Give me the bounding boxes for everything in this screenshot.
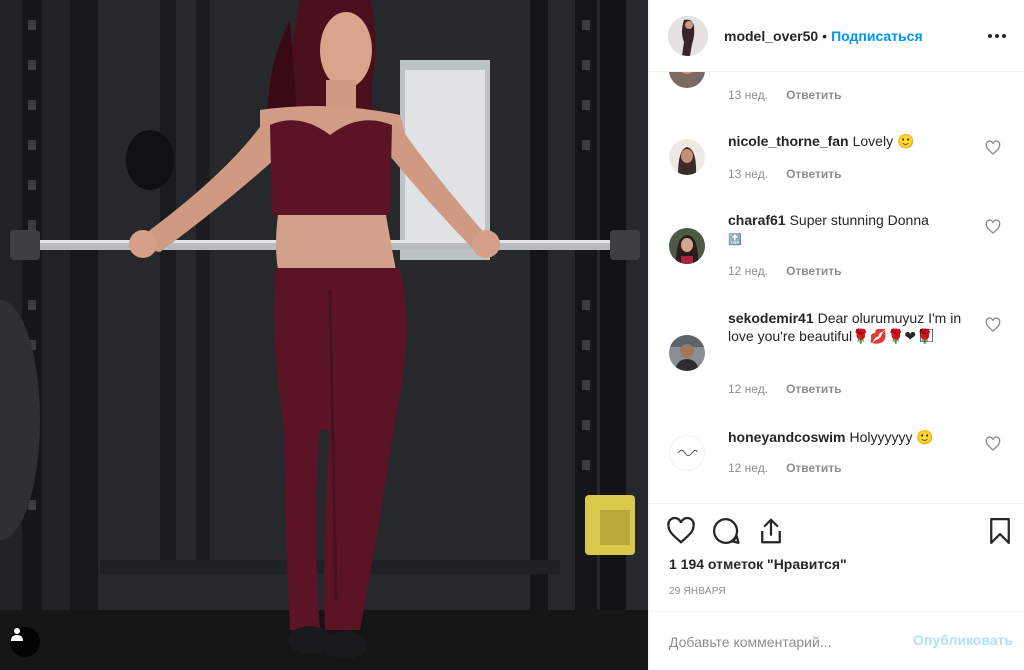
reply-button[interactable]: Ответить <box>786 461 841 475</box>
comment-body: sekodemir41 Dear olurumuyuz I'm in love y… <box>728 309 968 345</box>
like-comment-heart-icon[interactable] <box>985 140 1001 156</box>
comment-time: 12 нед. <box>728 461 769 475</box>
like-comment-heart-icon[interactable] <box>985 219 1001 235</box>
comment-username[interactable]: sekodemir41 <box>728 310 814 326</box>
post-side-panel: model_over50 • Подписаться 13 нед. Ответи… <box>648 0 1024 670</box>
comment-body: charaf61 Super stunning Donna 🔝 <box>728 211 978 249</box>
commenter-avatar-image <box>670 436 704 470</box>
heart-icon[interactable] <box>666 516 696 546</box>
comment-time: 12 нед. <box>728 264 769 278</box>
comment-avatar[interactable] <box>669 335 705 371</box>
commenter-avatar-image <box>669 335 705 371</box>
post-date[interactable]: 29 ЯНВАРЯ <box>669 586 726 597</box>
comment-input[interactable] <box>669 628 899 656</box>
comment-meta: 13 нед. Ответить <box>728 167 842 181</box>
comment-body: nicole_thorne_fan Lovely 🙂 <box>728 132 978 150</box>
comment-meta: 12 нед. Ответить <box>728 264 842 278</box>
comment-username[interactable]: honeyandcoswim <box>728 429 845 445</box>
bookmark-icon[interactable] <box>985 516 1015 546</box>
comment-icon[interactable] <box>711 516 741 546</box>
post-actions: 1 194 отметок "Нравится" 29 ЯНВАРЯ <box>649 503 1024 611</box>
comment-text: Super stunning Donna <box>789 212 929 228</box>
commenter-avatar-image <box>669 228 705 264</box>
publish-button[interactable]: Опубликовать <box>913 632 1013 648</box>
gym-photo-illustration <box>0 0 648 670</box>
comment-time: 12 нед. <box>728 382 769 396</box>
likes-count[interactable]: 1 194 отметок "Нравится" <box>669 556 847 572</box>
comment-body: honeyandcoswim Holyyyyyy 🙂 <box>728 428 978 446</box>
reply-button[interactable]: Ответить <box>786 264 841 278</box>
comment-text: Holyyyyyy 🙂 <box>849 429 934 445</box>
follow-button[interactable]: Подписаться <box>831 28 923 44</box>
comment-meta: 13 нед. Ответить <box>728 88 842 102</box>
commenter-avatar-image <box>669 139 705 175</box>
reply-button[interactable]: Ответить <box>786 382 841 396</box>
post-photo[interactable] <box>0 0 648 670</box>
comments-list[interactable]: 13 нед. Ответить nicole_thorne_fan Lovely … <box>649 72 1024 502</box>
comment-username[interactable]: nicole_thorne_fan <box>728 133 849 149</box>
add-comment-bar: Опубликовать <box>649 611 1024 670</box>
author-avatar[interactable] <box>668 15 708 56</box>
header-separator: • <box>822 27 828 44</box>
like-comment-heart-icon[interactable] <box>985 436 1001 452</box>
comment-avatar[interactable] <box>669 72 705 88</box>
comment-emoji: 🔝 <box>728 234 742 246</box>
author-avatar-image <box>668 15 708 56</box>
tagged-users-button[interactable] <box>10 627 40 657</box>
comment-time: 13 нед. <box>728 167 769 181</box>
post-header: model_over50 • Подписаться <box>649 0 1024 72</box>
comment-avatar[interactable] <box>669 139 705 175</box>
reply-button[interactable]: Ответить <box>786 167 841 181</box>
commenter-avatar-image <box>669 72 705 88</box>
comment-username[interactable]: charaf61 <box>728 212 786 228</box>
comment-text: Lovely 🙂 <box>852 133 915 149</box>
reply-button[interactable]: Ответить <box>786 88 841 102</box>
comment-avatar[interactable] <box>669 228 705 264</box>
author-username[interactable]: model_over50 <box>724 28 818 44</box>
comment-avatar[interactable] <box>669 435 705 471</box>
more-options-button[interactable] <box>983 22 1011 50</box>
comment-meta: 12 нед. Ответить <box>728 461 842 475</box>
more-horizontal-icon <box>987 34 1008 38</box>
comment-time: 13 нед. <box>728 88 769 102</box>
share-icon[interactable] <box>756 516 786 546</box>
user-icon <box>11 628 23 641</box>
comment-meta: 12 нед. Ответить <box>728 382 842 396</box>
like-comment-heart-icon[interactable] <box>985 317 1001 333</box>
